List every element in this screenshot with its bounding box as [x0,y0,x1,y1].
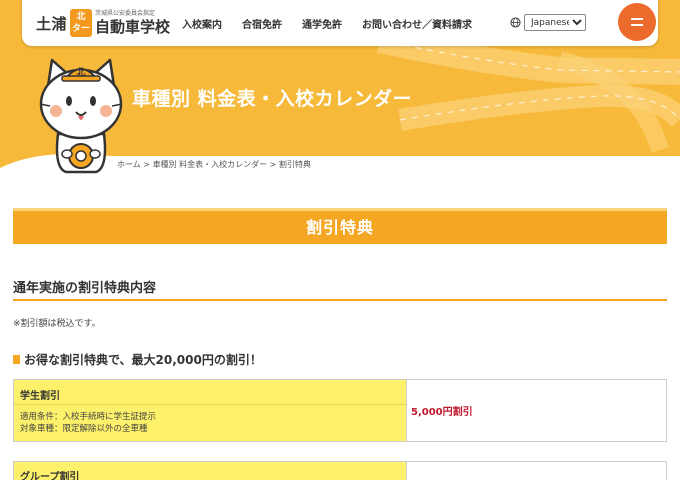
nav-camp-license[interactable]: 合宿免許 [242,16,282,31]
site-logo[interactable]: 土浦 北 ター 茨城県公安委員会指定 自動車学校 [36,8,170,38]
logo-badge: 北 ター [70,9,93,37]
menu-button[interactable] [618,3,656,41]
mascot-badge: 北 [76,66,85,78]
nav-contact[interactable]: お問い合わせ／資料請求 [362,16,472,31]
tax-note: ※割引額は税込です。 [13,319,101,329]
discount-info-cell: 学生割引 適用条件：入校手続時に学生証提示 対象車種：限定解除以外の全車種 [14,380,407,441]
menu-icon-bar [631,18,643,20]
language-switcher: Japanese [510,14,586,31]
nav-commute-license[interactable]: 通学免許 [302,16,342,31]
discount-amount-cell [407,462,666,480]
logo-badge-bottom: ター [72,24,91,34]
discount-table: 学生割引 適用条件：入校手続時に学生証提示 対象車種：限定解除以外の全車種 5,… [13,379,667,442]
site-header: 土浦 北 ター 茨城県公安委員会指定 自動車学校 入校案内 合宿免許 通学免許 … [22,0,658,46]
table-row: グループ割引 [13,461,667,480]
logo-text-part2: 自動車学校 [95,18,171,36]
main-nav: 入校案内 合宿免許 通学免許 お問い合わせ／資料請求 [182,16,492,31]
language-select[interactable]: Japanese [524,14,586,31]
breadcrumb-current: 割引特典 [278,160,311,169]
breadcrumb-separator: > [140,160,153,169]
logo-text-part1: 土浦 [36,14,68,33]
table-row: 学生割引 適用条件：入校手続時に学生証提示 対象車種：限定解除以外の全車種 5,… [14,380,666,441]
discount-condition: 適用条件：入校手続時に学生証提示 [20,412,157,422]
logo-badge-top: 北 [76,12,86,22]
section-heading: 通年実施の割引特典内容 [13,277,667,301]
discount-amount: 5,000円割引 [411,407,473,418]
breadcrumb-home[interactable]: ホーム [117,160,141,169]
breadcrumb-separator: > [267,160,279,169]
discount-name: 学生割引 [14,380,406,405]
discount-conditions: 適用条件：入校手続時に学生証提示 対象車種：限定解除以外の全車種 [14,405,406,435]
page-title-bar: 割引特典 [13,208,667,244]
discount-name: グループ割引 [14,462,407,480]
globe-icon [510,17,521,28]
logo-small-text: 茨城県公安委員会指定 [95,10,156,17]
breadcrumb-parent[interactable]: 車種別 料金表・入校カレンダー [153,160,268,169]
promo-heading: お得な割引特典で、最大20,000円の割引！ [13,351,262,368]
square-bullet-icon [13,355,20,364]
section-title: 通年実施の割引特典内容 [13,281,157,296]
nav-admission[interactable]: 入校案内 [182,16,222,31]
promo-heading-text: お得な割引特典で、最大20,000円の割引！ [24,353,262,367]
mascot-cat-image: 北 [39,58,123,174]
menu-icon-bar [631,24,643,26]
discount-vehicle: 対象車種：限定解除以外の全車種 [20,424,148,434]
breadcrumb: ホーム > 車種別 料金表・入校カレンダー > 割引特典 [117,159,311,170]
hero-title: 車種別 料金表・入校カレンダー [132,88,413,110]
page-title: 割引特典 [305,218,374,237]
discount-amount-cell: 5,000円割引 [407,380,666,441]
